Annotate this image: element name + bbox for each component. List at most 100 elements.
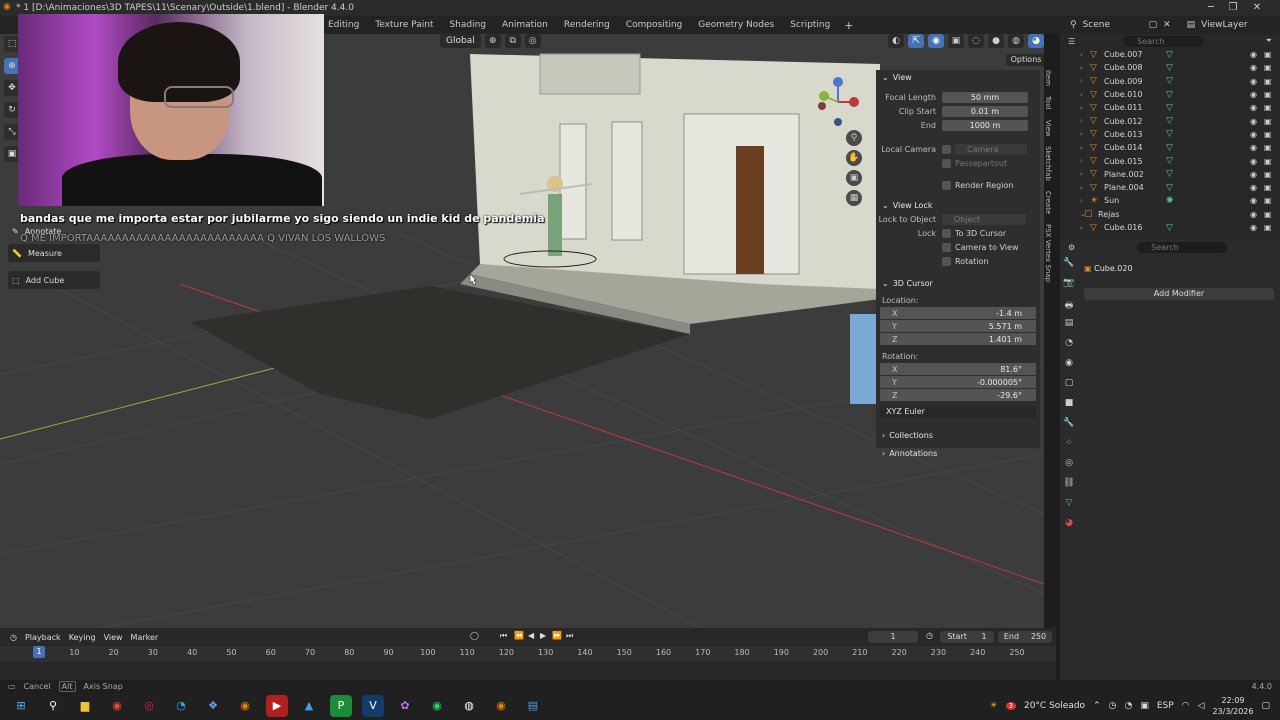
chevron-right-icon[interactable]: › [1080,170,1083,178]
eye-icon[interactable]: ◉ [1250,157,1257,166]
tab-psx-vertex-snap[interactable]: PSX Vertex Snap [1044,224,1052,282]
chevron-right-icon[interactable]: › [1080,197,1083,205]
start-frame-field[interactable]: Start 1 [940,631,994,643]
tray-app-icon[interactable]: ◷ [1109,701,1117,711]
play-icon[interactable]: ▶ [540,631,546,640]
current-frame-marker[interactable]: 1 [33,646,45,658]
world-tab-icon[interactable]: ◉ [1062,358,1076,372]
camera-render-icon[interactable]: ▣ [1264,50,1272,59]
visibility-icon[interactable]: ◐ [888,34,904,48]
tab-animation[interactable]: Animation [494,20,556,30]
rotation-x-field[interactable]: X 81.6° [880,363,1036,376]
collection-tab-icon[interactable]: ▢ [1062,378,1076,392]
navigation-gizmo[interactable] [810,74,866,130]
chevron-right-icon[interactable]: › [1080,224,1083,232]
annotations-section-header[interactable]: › Annotations [876,446,1040,460]
jump-end-icon[interactable]: ⏭ [566,631,573,641]
snap-icon[interactable]: ⧉ [504,34,521,48]
camera-render-icon[interactable]: ▣ [1264,77,1272,86]
camera-render-icon[interactable]: ▣ [1264,143,1272,152]
outliner-item[interactable]: › ▽ Cube.010 ▽ ◉ ▣ [1060,88,1280,101]
render-tab-icon[interactable]: 📷 [1062,278,1076,292]
camera-to-view-checkbox[interactable] [942,242,951,252]
weather-icon[interactable]: ☀ [989,701,997,711]
delete-scene-icon[interactable]: ✕ [1163,20,1171,30]
material-tab-icon[interactable]: ◕ [1062,518,1076,532]
view-lock-section-header[interactable]: ⌄ View Lock [876,198,1040,212]
jump-keyframe-forward-icon[interactable]: ⏩ [552,631,562,640]
outliner-item[interactable]: › ▽ Plane.002 ▽ ◉ ▣ [1060,168,1280,181]
view-menu[interactable]: View [104,633,123,642]
view-layer-name[interactable]: ViewLayer [1201,20,1247,30]
tool-measure[interactable]: 📏 Measure [8,244,100,262]
outliner-item[interactable]: ⌄ ▢ Rejas ◉ ▣ [1060,208,1280,221]
local-camera-checkbox[interactable] [942,144,951,154]
camera-render-icon[interactable]: ▣ [1264,183,1272,192]
start-icon[interactable]: ⊞ [10,695,32,717]
language-indicator[interactable]: ESP [1157,701,1174,711]
tool-add-cube[interactable]: ⬚ Add Cube [8,271,100,289]
add-modifier-button[interactable]: Add Modifier [1084,288,1274,300]
properties-search-input[interactable]: Search [1137,241,1228,253]
location-z-field[interactable]: Z 1.401 m [880,333,1036,346]
view-layer-tab-icon[interactable]: ▤ [1062,318,1076,332]
eye-icon[interactable]: ◉ [1250,223,1257,232]
eye-icon[interactable]: ◉ [1250,143,1257,152]
outliner-item[interactable]: › ▽ Cube.009 ▽ ◉ ▣ [1060,75,1280,88]
tray-app-icon[interactable]: ▣ [1140,701,1149,711]
wifi-icon[interactable]: ◠ [1182,701,1190,711]
obs-icon[interactable]: ◍ [458,695,480,717]
blender-active-icon[interactable]: ◉ [490,695,512,717]
tab-scripting[interactable]: Scripting [782,20,838,30]
chrome-icon[interactable]: ◉ [106,695,128,717]
eye-icon[interactable]: ◉ [1250,210,1257,219]
clip-start-field[interactable]: 0.01 m [942,105,1028,117]
chevron-right-icon[interactable]: › [1080,117,1083,125]
outliner-item[interactable]: › ▽ Cube.008 ▽ ◉ ▣ [1060,61,1280,74]
camera-render-icon[interactable]: ▣ [1264,157,1272,166]
chevron-down-icon[interactable]: ⌄ [1080,210,1086,218]
data-tab-icon[interactable]: ▽ [1062,498,1076,512]
shading-rendered-icon[interactable]: ◕ [1028,34,1044,48]
tray-expand-icon[interactable]: ⌃ [1093,701,1101,711]
notification-icon[interactable]: ▢ [1261,701,1270,711]
volume-icon[interactable]: ◁ [1198,701,1205,711]
passepartout-checkbox[interactable] [942,158,951,168]
camera-render-icon[interactable]: ▣ [1264,223,1272,232]
camera-render-icon[interactable]: ▣ [1264,63,1272,72]
chevron-right-icon[interactable]: › [1080,51,1083,59]
constraints-tab-icon[interactable]: ⛓ [1062,478,1076,492]
chevron-right-icon[interactable]: › [1080,91,1083,99]
eye-icon[interactable]: ◉ [1250,50,1257,59]
end-frame-field[interactable]: End 250 [998,631,1052,643]
ortho-toggle-icon[interactable]: ▦ [846,190,862,206]
tray-app-icon[interactable]: ◔ [1124,701,1132,711]
opera-icon[interactable]: ◎ [138,695,160,717]
pan-icon[interactable]: ✋ [846,150,862,166]
tab-editing[interactable]: Editing [320,20,367,30]
camera-render-icon[interactable]: ▣ [1264,90,1272,99]
outliner-item[interactable]: › ▽ Plane.004 ▽ ◉ ▣ [1060,181,1280,194]
tab-sketchfab[interactable]: Sketchfab [1044,146,1052,181]
camera-render-icon[interactable]: ▣ [1264,130,1272,139]
rotation-z-field[interactable]: Z -29.6° [880,389,1036,402]
new-scene-icon[interactable]: ▢ [1149,20,1158,30]
shading-wire-icon[interactable]: ◌ [968,34,984,48]
scene-tab-icon[interactable]: ◔ [1062,338,1076,352]
location-x-field[interactable]: X -1.4 m [880,307,1036,320]
blender-task-icon[interactable]: ◉ [234,695,256,717]
photos-icon[interactable]: ▲ [298,695,320,717]
chevron-right-icon[interactable]: › [1080,130,1083,138]
eye-icon[interactable]: ◉ [1250,196,1257,205]
chevron-right-icon[interactable]: › [1080,144,1083,152]
rotation-mode-dropdown[interactable]: XYZ Euler [880,406,1036,418]
tab-geometry-nodes[interactable]: Geometry Nodes [690,20,782,30]
video-app-icon[interactable]: ▶ [266,695,288,717]
edge-icon[interactable]: ◔ [170,695,192,717]
clock[interactable]: 22:09 23/3/2026 [1212,695,1253,717]
object-tab-icon[interactable]: ■ [1062,398,1076,412]
camera-field[interactable]: Camera [955,143,1027,155]
3d-cursor-section-header[interactable]: ⌄ 3D Cursor [876,276,1040,290]
playback-menu[interactable]: Playback [25,633,61,642]
proportional-edit-icon[interactable]: ◎ [524,34,541,48]
